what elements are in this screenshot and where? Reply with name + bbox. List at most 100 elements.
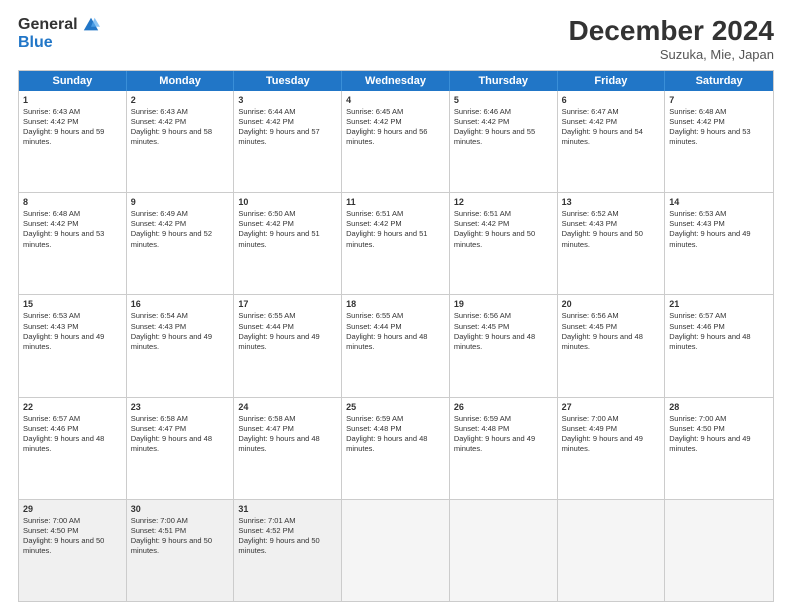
logo: General Blue xyxy=(18,16,100,52)
day-number: 16 xyxy=(131,298,230,310)
calendar-cell-25: 25 Sunrise: 6:59 AM Sunset: 4:48 PM Dayl… xyxy=(342,398,450,499)
daylight-label: Daylight: 9 hours and 48 minutes. xyxy=(23,434,104,453)
sunrise-label: Sunrise: 6:43 AM xyxy=(131,107,188,116)
calendar-cell-12: 12 Sunrise: 6:51 AM Sunset: 4:42 PM Dayl… xyxy=(450,193,558,294)
sunrise-label: Sunrise: 6:56 AM xyxy=(454,311,511,320)
calendar-row-0: 1 Sunrise: 6:43 AM Sunset: 4:42 PM Dayli… xyxy=(19,91,773,193)
daylight-label: Daylight: 9 hours and 53 minutes. xyxy=(23,229,104,248)
daylight-label: Daylight: 9 hours and 51 minutes. xyxy=(346,229,427,248)
calendar-cell-28: 28 Sunrise: 7:00 AM Sunset: 4:50 PM Dayl… xyxy=(665,398,773,499)
sunset-label: Sunset: 4:44 PM xyxy=(346,322,401,331)
daylight-label: Daylight: 9 hours and 48 minutes. xyxy=(238,434,319,453)
day-number: 2 xyxy=(131,94,230,106)
day-number: 31 xyxy=(238,503,337,515)
day-number: 12 xyxy=(454,196,553,208)
day-number: 21 xyxy=(669,298,769,310)
daylight-label: Daylight: 9 hours and 54 minutes. xyxy=(562,127,643,146)
day-number: 4 xyxy=(346,94,445,106)
calendar-cell-4: 4 Sunrise: 6:45 AM Sunset: 4:42 PM Dayli… xyxy=(342,91,450,192)
header-day-sunday: Sunday xyxy=(19,71,127,91)
sunset-label: Sunset: 4:43 PM xyxy=(669,219,724,228)
sunrise-label: Sunrise: 6:43 AM xyxy=(23,107,80,116)
sunrise-label: Sunrise: 6:48 AM xyxy=(23,209,80,218)
header: General Blue December 2024 Suzuka, Mie, … xyxy=(18,16,774,62)
sunrise-label: Sunrise: 6:53 AM xyxy=(669,209,726,218)
sunrise-label: Sunrise: 6:45 AM xyxy=(346,107,403,116)
sunrise-label: Sunrise: 7:00 AM xyxy=(562,414,619,423)
sunrise-label: Sunrise: 6:55 AM xyxy=(346,311,403,320)
calendar-cell-13: 13 Sunrise: 6:52 AM Sunset: 4:43 PM Dayl… xyxy=(558,193,666,294)
sunrise-label: Sunrise: 6:51 AM xyxy=(346,209,403,218)
sunset-label: Sunset: 4:42 PM xyxy=(669,117,724,126)
sunrise-label: Sunrise: 6:50 AM xyxy=(238,209,295,218)
calendar-body: 1 Sunrise: 6:43 AM Sunset: 4:42 PM Dayli… xyxy=(19,91,773,601)
calendar: SundayMondayTuesdayWednesdayThursdayFrid… xyxy=(18,70,774,602)
sunset-label: Sunset: 4:44 PM xyxy=(238,322,293,331)
sunrise-label: Sunrise: 6:51 AM xyxy=(454,209,511,218)
calendar-cell-empty xyxy=(665,500,773,601)
daylight-label: Daylight: 9 hours and 49 minutes. xyxy=(562,434,643,453)
sunset-label: Sunset: 4:42 PM xyxy=(346,219,401,228)
day-number: 20 xyxy=(562,298,661,310)
calendar-cell-10: 10 Sunrise: 6:50 AM Sunset: 4:42 PM Dayl… xyxy=(234,193,342,294)
calendar-cell-27: 27 Sunrise: 7:00 AM Sunset: 4:49 PM Dayl… xyxy=(558,398,666,499)
sunset-label: Sunset: 4:42 PM xyxy=(131,219,186,228)
sunrise-label: Sunrise: 6:54 AM xyxy=(131,311,188,320)
daylight-label: Daylight: 9 hours and 52 minutes. xyxy=(131,229,212,248)
sunset-label: Sunset: 4:42 PM xyxy=(131,117,186,126)
daylight-label: Daylight: 9 hours and 49 minutes. xyxy=(23,332,104,351)
sunset-label: Sunset: 4:42 PM xyxy=(23,117,78,126)
calendar-cell-6: 6 Sunrise: 6:47 AM Sunset: 4:42 PM Dayli… xyxy=(558,91,666,192)
header-day-friday: Friday xyxy=(558,71,666,91)
calendar-cell-16: 16 Sunrise: 6:54 AM Sunset: 4:43 PM Dayl… xyxy=(127,295,235,396)
day-number: 8 xyxy=(23,196,122,208)
logo-general: General xyxy=(18,16,78,34)
sunset-label: Sunset: 4:46 PM xyxy=(669,322,724,331)
calendar-cell-empty xyxy=(342,500,450,601)
day-number: 6 xyxy=(562,94,661,106)
calendar-cell-14: 14 Sunrise: 6:53 AM Sunset: 4:43 PM Dayl… xyxy=(665,193,773,294)
calendar-cell-17: 17 Sunrise: 6:55 AM Sunset: 4:44 PM Dayl… xyxy=(234,295,342,396)
day-number: 27 xyxy=(562,401,661,413)
sunset-label: Sunset: 4:48 PM xyxy=(346,424,401,433)
daylight-label: Daylight: 9 hours and 50 minutes. xyxy=(131,536,212,555)
sunrise-label: Sunrise: 6:47 AM xyxy=(562,107,619,116)
daylight-label: Daylight: 9 hours and 50 minutes. xyxy=(454,229,535,248)
sunset-label: Sunset: 4:45 PM xyxy=(454,322,509,331)
sunrise-label: Sunrise: 7:00 AM xyxy=(131,516,188,525)
daylight-label: Daylight: 9 hours and 51 minutes. xyxy=(238,229,319,248)
calendar-cell-1: 1 Sunrise: 6:43 AM Sunset: 4:42 PM Dayli… xyxy=(19,91,127,192)
day-number: 30 xyxy=(131,503,230,515)
sunset-label: Sunset: 4:48 PM xyxy=(454,424,509,433)
calendar-cell-26: 26 Sunrise: 6:59 AM Sunset: 4:48 PM Dayl… xyxy=(450,398,558,499)
day-number: 18 xyxy=(346,298,445,310)
sunrise-label: Sunrise: 6:52 AM xyxy=(562,209,619,218)
page: General Blue December 2024 Suzuka, Mie, … xyxy=(0,0,792,612)
day-number: 13 xyxy=(562,196,661,208)
sunset-label: Sunset: 4:52 PM xyxy=(238,526,293,535)
daylight-label: Daylight: 9 hours and 50 minutes. xyxy=(562,229,643,248)
daylight-label: Daylight: 9 hours and 49 minutes. xyxy=(454,434,535,453)
daylight-label: Daylight: 9 hours and 49 minutes. xyxy=(669,229,750,248)
sunrise-label: Sunrise: 6:55 AM xyxy=(238,311,295,320)
sunrise-label: Sunrise: 6:49 AM xyxy=(131,209,188,218)
sunset-label: Sunset: 4:42 PM xyxy=(346,117,401,126)
daylight-label: Daylight: 9 hours and 59 minutes. xyxy=(23,127,104,146)
day-number: 19 xyxy=(454,298,553,310)
day-number: 15 xyxy=(23,298,122,310)
sunset-label: Sunset: 4:42 PM xyxy=(454,117,509,126)
header-day-monday: Monday xyxy=(127,71,235,91)
daylight-label: Daylight: 9 hours and 56 minutes. xyxy=(346,127,427,146)
daylight-label: Daylight: 9 hours and 48 minutes. xyxy=(131,434,212,453)
daylight-label: Daylight: 9 hours and 50 minutes. xyxy=(23,536,104,555)
sunset-label: Sunset: 4:47 PM xyxy=(131,424,186,433)
day-number: 10 xyxy=(238,196,337,208)
sunrise-label: Sunrise: 6:46 AM xyxy=(454,107,511,116)
sunset-label: Sunset: 4:50 PM xyxy=(669,424,724,433)
daylight-label: Daylight: 9 hours and 53 minutes. xyxy=(669,127,750,146)
day-number: 17 xyxy=(238,298,337,310)
daylight-label: Daylight: 9 hours and 50 minutes. xyxy=(238,536,319,555)
day-number: 22 xyxy=(23,401,122,413)
day-number: 28 xyxy=(669,401,769,413)
sunrise-label: Sunrise: 6:59 AM xyxy=(346,414,403,423)
